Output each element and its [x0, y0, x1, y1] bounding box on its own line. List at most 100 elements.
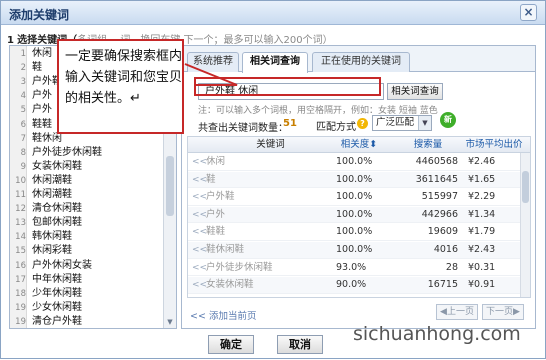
next-page-label: 下一页: [486, 307, 514, 317]
ok-button[interactable]: 确定: [208, 335, 254, 354]
next-page-button[interactable]: 下一页▶: [482, 304, 524, 320]
row-volume: 515997: [421, 191, 458, 203]
list-item-text: 户外: [32, 104, 52, 116]
sort-icon: ⬍: [369, 139, 378, 150]
table-row: << 鞋 100.0% 3611645 ¥1.65: [188, 171, 520, 189]
col-keyword: 关键词: [256, 139, 285, 150]
row-keyword: 鞋鞋: [206, 226, 226, 238]
list-item-text: 户外徒步休闲鞋: [32, 146, 102, 158]
row-relevance: 100.0%: [336, 191, 373, 203]
line-number: 18: [15, 288, 26, 299]
line-number: 8: [20, 147, 26, 158]
row-volume: 19609: [427, 226, 458, 238]
add-keyword-icon[interactable]: <<: [192, 207, 207, 224]
line-number: 2: [20, 63, 26, 74]
list-item[interactable]: 11 休闲潮鞋: [10, 188, 162, 203]
list-item-text: 休闲潮鞋: [32, 174, 72, 186]
table-row: << 鞋鞋 100.0% 19609 ¥1.79: [188, 224, 520, 242]
tab-bar: 系统推荐 相关词查询 正在使用的关键词: [182, 46, 535, 73]
line-number: 7: [20, 133, 26, 144]
table-row: << 户外鞋 100.0% 515997 ¥2.29: [188, 189, 520, 206]
row-price: ¥2.29: [468, 191, 496, 203]
scroll-down-icon[interactable]: ▼: [165, 317, 175, 327]
prev-page-button[interactable]: ◀上一页: [436, 304, 478, 320]
watermark: sichuanhong.com: [353, 323, 521, 345]
list-item-text: 少女休闲鞋: [32, 301, 82, 313]
cancel-button[interactable]: 取消: [277, 335, 323, 354]
add-current-page-link[interactable]: << 添加当前页: [190, 308, 256, 322]
annotation-text: 一定要确保搜索框内输入关键词和您宝贝的相关性。↵: [65, 49, 183, 106]
add-keyword-icon[interactable]: <<: [192, 154, 207, 171]
line-number: 1: [20, 49, 26, 59]
list-item-text: 韩休闲鞋: [32, 231, 72, 243]
row-volume: 16715: [427, 279, 458, 291]
table-row: << 女装休闲鞋 90.0% 16715 ¥0.91: [188, 277, 520, 294]
row-relevance: 100.0%: [336, 244, 373, 255]
table-row: << 户外 100.0% 442966 ¥1.34: [188, 206, 520, 224]
list-item-text: 户外: [32, 90, 52, 102]
row-relevance: 100.0%: [336, 173, 373, 185]
row-price: ¥1.65: [468, 173, 496, 185]
tab-keywords-in-use[interactable]: 正在使用的关键词: [312, 52, 410, 72]
chevron-down-icon: ▼: [418, 116, 431, 130]
list-item-text: 中年休闲鞋: [32, 273, 82, 285]
match-type-value: 广泛匹配: [376, 117, 415, 128]
row-relevance: 93.0%: [336, 261, 367, 273]
list-item-text: 休闲潮鞋: [32, 189, 72, 200]
add-keyword-icon[interactable]: <<: [192, 260, 207, 277]
tab-system-recommend[interactable]: 系统推荐: [187, 52, 239, 72]
row-price: ¥2.46: [468, 156, 496, 167]
row-keyword: 户外鞋: [206, 191, 235, 203]
list-item[interactable]: 16 户外休闲女装: [10, 259, 162, 274]
new-badge: 新: [440, 112, 456, 128]
row-keyword: 鞋: [206, 173, 216, 185]
list-item-text: 清仓户外鞋: [32, 315, 82, 327]
line-number: 4: [20, 91, 26, 102]
dialog-titlebar: 添加关键词 ×: [1, 1, 545, 25]
prev-page-label: 上一页: [446, 307, 474, 317]
row-volume: 4460568: [415, 156, 458, 167]
scroll-thumb[interactable]: [166, 156, 174, 216]
table-scroll-thumb[interactable]: [522, 171, 529, 203]
line-number: 10: [15, 175, 26, 186]
help-icon[interactable]: ?: [357, 118, 368, 129]
search-highlight-box: [194, 77, 381, 96]
table-scrollbar[interactable]: [520, 153, 530, 297]
list-item[interactable]: 12 清仓休闲鞋: [10, 202, 162, 217]
list-item-text: 户外休闲女装: [32, 259, 92, 271]
add-keyword-icon[interactable]: <<: [192, 189, 207, 206]
row-price: ¥1.79: [468, 226, 496, 238]
match-type-select[interactable]: 广泛匹配 ▼: [372, 115, 432, 131]
list-item-text: 清仓休闲鞋: [32, 203, 82, 215]
row-keyword: 户外: [206, 208, 226, 220]
row-keyword: 鞋休闲鞋: [206, 244, 245, 255]
list-item-text: 少年休闲鞋: [32, 287, 82, 299]
col-price[interactable]: 市场平均出价: [460, 137, 528, 153]
list-item[interactable]: 19 清仓户外鞋: [10, 315, 162, 330]
list-item[interactable]: 18 少年休闲鞋: [10, 287, 162, 302]
row-relevance: 100.0%: [336, 208, 373, 220]
add-keyword-icon[interactable]: <<: [192, 242, 207, 259]
list-item[interactable]: 10 休闲潮鞋: [10, 174, 162, 189]
list-item[interactable]: 19 少女休闲鞋: [10, 301, 162, 316]
list-item[interactable]: 17 中年休闲鞋: [10, 273, 162, 288]
list-item[interactable]: 9 女装休闲鞋: [10, 160, 162, 175]
close-icon[interactable]: ×: [520, 4, 537, 21]
col-relevance[interactable]: 相关度⬍: [334, 137, 384, 153]
add-keyword-icon[interactable]: <<: [192, 224, 207, 241]
tab-related-query[interactable]: 相关词查询: [242, 52, 308, 73]
related-query-button[interactable]: 相关词查询: [387, 83, 443, 100]
add-keyword-icon[interactable]: <<: [192, 172, 207, 189]
row-price: ¥2.43: [468, 244, 496, 255]
row-price: ¥0.31: [468, 261, 496, 273]
add-keyword-icon[interactable]: <<: [192, 277, 207, 294]
prev-arrow-icon: ◀: [440, 307, 447, 317]
list-item[interactable]: 8 户外徒步休闲鞋: [10, 146, 162, 161]
count-label: 共查出关键词数量：: [198, 123, 288, 134]
table-row: << 鞋休闲鞋 100.0% 4016 ¥2.43: [188, 242, 520, 259]
col-volume[interactable]: 搜索量: [398, 137, 458, 153]
line-number: 12: [15, 204, 26, 215]
list-item[interactable]: 14 韩休闲鞋: [10, 230, 162, 245]
list-item[interactable]: 15 休闲彩鞋: [10, 244, 162, 259]
list-item[interactable]: 13 包邮休闲鞋: [10, 216, 162, 231]
